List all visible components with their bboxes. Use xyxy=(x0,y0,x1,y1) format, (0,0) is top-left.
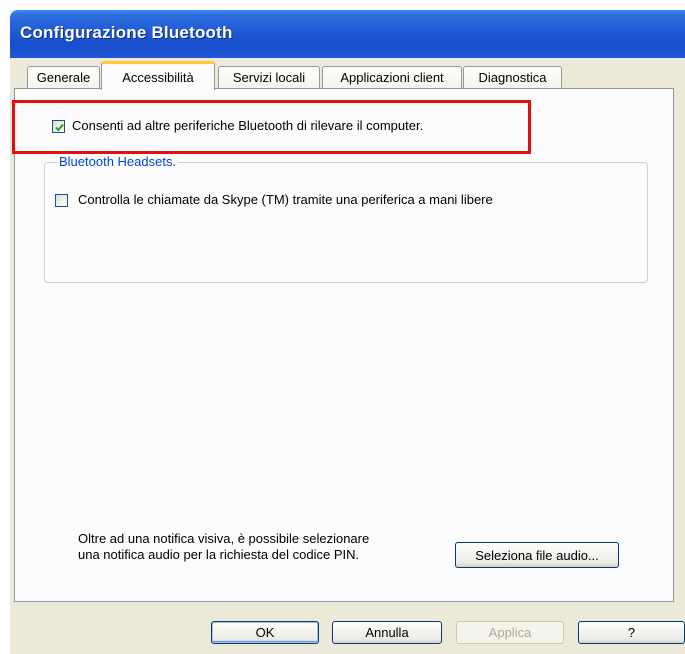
group-title: Bluetooth Headsets. xyxy=(57,154,179,169)
cancel-button[interactable]: Annulla xyxy=(332,621,442,644)
bluetooth-headsets-group xyxy=(44,162,648,283)
select-audio-file-button[interactable]: Seleziona file audio... xyxy=(455,542,619,568)
title-bar[interactable]: Configurazione Bluetooth xyxy=(10,10,685,58)
tab-accessibilita[interactable]: Accessibilità xyxy=(101,61,215,90)
tab-generale[interactable]: Generale xyxy=(27,66,100,88)
skype-checkbox[interactable] xyxy=(55,194,68,207)
skype-label[interactable]: Controlla le chiamate da Skype (TM) tram… xyxy=(78,192,493,207)
tab-diagnostica[interactable]: Diagnostica xyxy=(463,66,562,88)
tab-label: Accessibilità xyxy=(122,69,194,85)
audio-info-line2: una notifica audio per la richiesta del … xyxy=(78,547,360,562)
tab-label: Diagnostica xyxy=(478,70,547,85)
tab-applicazioni-client[interactable]: Applicazioni client xyxy=(322,66,462,88)
highlight-box xyxy=(12,100,531,154)
audio-info-line1: Oltre ad una notifica visiva, è possibil… xyxy=(78,531,370,546)
ok-button[interactable]: OK xyxy=(211,621,319,644)
audio-notification-text: Oltre ad una notifica visiva, è possibil… xyxy=(78,531,369,563)
tab-label: Generale xyxy=(36,70,91,85)
apply-button[interactable]: Applica xyxy=(456,621,564,644)
window-title: Configurazione Bluetooth xyxy=(20,23,233,42)
help-button[interactable]: ? xyxy=(578,621,685,644)
tab-servizi-locali[interactable]: Servizi locali xyxy=(218,66,320,88)
tab-label: Applicazioni client xyxy=(340,70,444,85)
tab-label: Servizi locali xyxy=(232,70,306,85)
